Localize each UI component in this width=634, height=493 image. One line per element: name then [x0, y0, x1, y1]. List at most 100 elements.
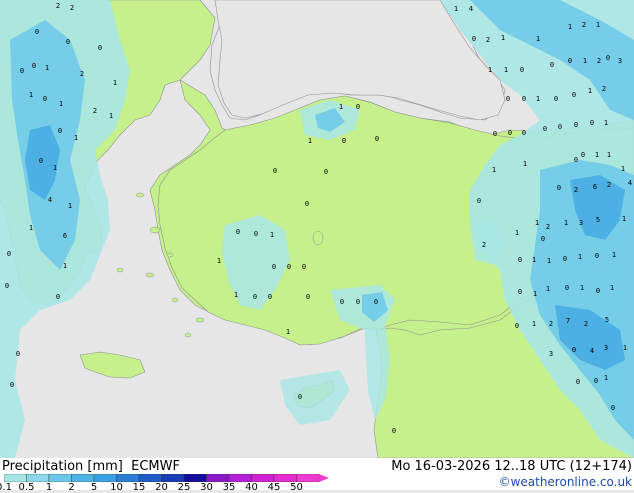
- precip-value-label: 0: [574, 121, 578, 129]
- legend-swatch: [48, 474, 72, 482]
- precip-value-label: 3: [549, 350, 553, 358]
- precip-value-label: 0: [20, 67, 24, 75]
- precip-value-label: 0: [375, 135, 379, 143]
- precip-value-label: 0: [98, 44, 102, 52]
- precip-value-label: 0: [287, 263, 291, 271]
- precip-value-label: 0: [374, 298, 378, 306]
- precip-value-label: 1: [578, 253, 582, 261]
- precip-value-label: 0: [541, 235, 545, 243]
- map-footer: Precipitation [mm] ECMWF Mo 16-03-2026 1…: [0, 458, 634, 493]
- precip-value-label: 1: [339, 103, 343, 111]
- precip-value-label: 6: [593, 183, 597, 191]
- precip-value-label: 1: [113, 79, 117, 87]
- precip-value-label: 1: [533, 290, 537, 298]
- precip-value-label: 1: [234, 291, 238, 299]
- precip-value-label: 1: [523, 160, 527, 168]
- precip-value-label: 1: [536, 95, 540, 103]
- precip-value-label: 0: [590, 119, 594, 127]
- precip-value-label: 0: [273, 167, 277, 175]
- precip-value-label: 0: [254, 230, 258, 238]
- legend-swatch: [4, 474, 27, 482]
- precip-value-label: 0: [324, 168, 328, 176]
- precip-value-label: 1: [622, 215, 626, 223]
- precip-value-label: 0: [35, 28, 39, 36]
- precip-value-label: 0: [558, 123, 562, 131]
- precip-value-label: 0: [568, 57, 572, 65]
- model-name: ECMWF: [131, 459, 180, 474]
- precip-value-label: 0: [557, 184, 561, 192]
- precip-value-label: 1: [488, 66, 492, 74]
- precip-value-label: 0: [515, 322, 519, 330]
- precip-value-label: 0: [522, 95, 526, 103]
- legend-tick-label: 5: [90, 482, 98, 493]
- precip-value-label: 1: [59, 100, 63, 108]
- precip-value-label: 1: [217, 257, 221, 265]
- precip-value-label: 1: [68, 202, 72, 210]
- precip-value-label: 1: [604, 374, 608, 382]
- precip-value-label: 2: [602, 85, 606, 93]
- precip-value-label: 0: [595, 252, 599, 260]
- map-svg: 2 2 0 0 0 0 1 2 0 1 1 0 1 2 1 0 1 0 1 4 1 1 6 0 1 0 0 0 0 1 0 0 1 0 0 0 0 0 0 1…: [0, 0, 634, 458]
- precip-value-label: 2: [70, 4, 74, 12]
- precip-value-label: 1: [535, 219, 539, 227]
- precip-value-label: 2: [93, 107, 97, 115]
- precip-value-label: 5: [605, 316, 609, 324]
- precip-value-label: 0: [596, 287, 600, 295]
- precip-value-label: 1: [564, 219, 568, 227]
- precip-value-label: 0: [554, 95, 558, 103]
- legend-tick-label: 15: [132, 482, 146, 493]
- legend-tick-label: 30: [200, 482, 213, 493]
- precip-value-label: 4: [48, 196, 52, 204]
- precip-value-label: 0: [550, 61, 554, 69]
- precip-value-label: 0: [5, 282, 9, 290]
- legend-tick-label: 0.5: [18, 482, 35, 493]
- precip-value-label: 1: [568, 23, 572, 31]
- forecast-datetime: Mo 16-03-2026 12..18 UTC (12+174): [391, 459, 632, 474]
- precip-value-label: 0: [298, 393, 302, 401]
- precip-value-label: 1: [621, 165, 625, 173]
- precip-value-label: 1: [45, 64, 49, 72]
- legend-swatch: [251, 474, 275, 482]
- precip-value-label: 1: [546, 285, 550, 293]
- precip-value-label: 0: [493, 130, 497, 138]
- legend-tick-label: 0.1: [0, 482, 12, 493]
- legend-arrow: [319, 474, 329, 482]
- credit-link[interactable]: ©weatheronline.co.uk: [499, 475, 632, 489]
- precip-value-label: 5: [596, 216, 600, 224]
- precip-value-label: 0: [66, 38, 70, 46]
- title-text: Precipitation [mm]: [2, 459, 123, 474]
- legend-tick-label: 25: [177, 482, 191, 493]
- legend-swatch: [116, 474, 140, 482]
- precip-value-label: 2: [546, 223, 550, 231]
- precip-value-label: 1: [595, 151, 599, 159]
- precip-value-label: 1: [612, 251, 616, 259]
- precip-value-label: 0: [302, 263, 306, 271]
- legend-tick-label: 2: [68, 482, 75, 493]
- legend-colorbar: [4, 474, 329, 482]
- precip-value-label: 0: [305, 200, 309, 208]
- precip-value-label: 1: [583, 57, 587, 65]
- precip-value-label: 1: [308, 137, 312, 145]
- legend-swatch: [138, 474, 162, 482]
- precip-value-label: 1: [536, 35, 540, 43]
- precip-value-label: 0: [520, 66, 524, 74]
- precip-value-label: 0: [32, 62, 36, 70]
- precip-value-label: 3: [579, 219, 583, 227]
- precip-value-label: 0: [58, 127, 62, 135]
- precip-value-label: 0: [392, 427, 396, 435]
- legend-tick-label: 40: [245, 482, 258, 493]
- precip-value-label: 1: [610, 284, 614, 292]
- precip-value-label: 1: [623, 344, 627, 352]
- precip-value-label: 1: [501, 34, 505, 42]
- precip-value-label: 2: [597, 57, 601, 65]
- map-canvas[interactable]: 2 2 0 0 0 0 1 2 0 1 1 0 1 2 1 0 1 0 1 4 1 1 6 0 1 0 0 0 0 1 0 0 1 0 0 0 0 0 0 1…: [0, 0, 634, 458]
- precip-value-label: 1: [532, 256, 536, 264]
- precip-value-label: 1: [270, 231, 274, 239]
- precip-value-label: 0: [581, 151, 585, 159]
- precip-value-label: 0: [10, 381, 14, 389]
- precip-value-label: 7: [566, 317, 570, 325]
- precip-value-label: 1: [29, 224, 33, 232]
- precip-value-label: 6: [63, 232, 67, 240]
- precip-value-label: 0: [56, 293, 60, 301]
- precip-value-label: 3: [618, 57, 622, 65]
